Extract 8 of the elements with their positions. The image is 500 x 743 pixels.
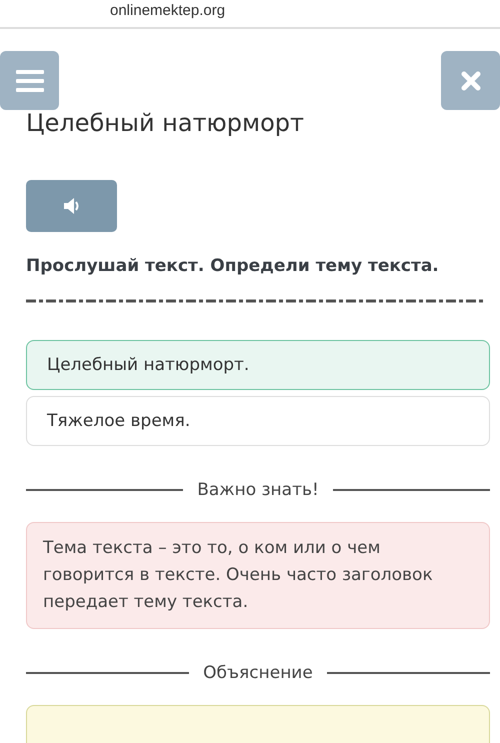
answer-option[interactable]: Целебный натюрморт. <box>26 340 490 390</box>
info-box: Тема текста – это то, о ком или о чем говорится в тексте. Очень часто заголовок передает тему текста. <box>26 522 490 629</box>
url-text: onlinemektep.org <box>110 2 226 19</box>
section-heading: Объяснение <box>203 663 313 683</box>
task-text: Прослушай текст. Определи тему текста. <box>26 256 440 276</box>
section-heading: Важно знать! <box>197 480 319 500</box>
page-title: Целебный натюрморт <box>26 109 305 137</box>
answer-option[interactable]: Тяжелое время. <box>26 396 490 446</box>
